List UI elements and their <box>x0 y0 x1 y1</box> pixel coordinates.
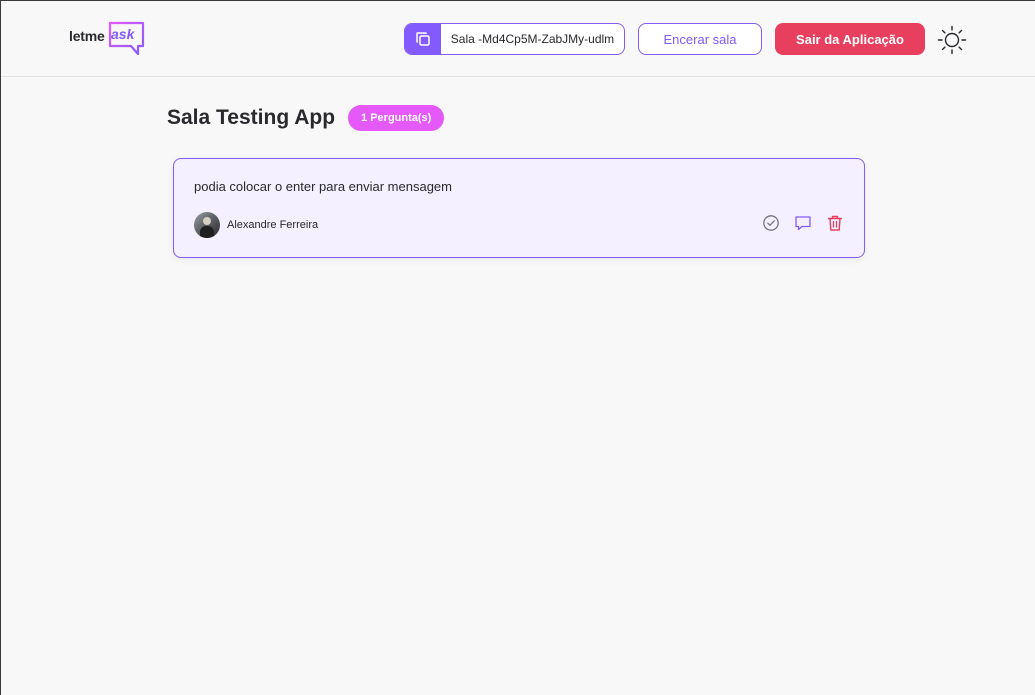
question-actions <box>762 214 844 232</box>
top-header: letme ask Sala -Md4Cp5M-ZabJMy-udlm Ence… <box>1 1 1035 77</box>
avatar <box>194 212 220 238</box>
copy-icon <box>405 24 441 54</box>
question-author: Alexandre Ferreira <box>194 212 318 238</box>
letmeask-logo[interactable]: letme ask <box>69 19 149 59</box>
exit-app-button[interactable]: Sair da Aplicação <box>775 23 925 55</box>
room-code-copy-button[interactable]: Sala -Md4Cp5M-ZabJMy-udlm <box>404 23 625 55</box>
author-name: Alexandre Ferreira <box>227 219 319 231</box>
app-window: letme ask Sala -Md4Cp5M-ZabJMy-udlm Ence… <box>0 0 1035 695</box>
question-card: podia colocar o enter para enviar mensag… <box>173 158 865 258</box>
question-count-badge: 1 Pergunta(s) <box>348 105 445 131</box>
chat-bubble-icon[interactable] <box>794 214 812 232</box>
question-text: podia colocar o enter para enviar mensag… <box>194 179 452 194</box>
page-title: Sala Testing App <box>167 106 336 129</box>
logo-text-ask: ask <box>111 26 135 42</box>
room-title-row: Sala Testing App 1 Pergunta(s) <box>167 104 445 132</box>
check-circle-icon[interactable] <box>762 214 780 232</box>
room-code-text: Sala -Md4Cp5M-ZabJMy-udlm <box>450 32 615 46</box>
end-room-button[interactable]: Encerar sala <box>638 23 762 55</box>
trash-icon[interactable] <box>826 214 844 232</box>
logo-text-letme: letme <box>69 28 105 44</box>
sun-icon[interactable] <box>937 25 967 55</box>
